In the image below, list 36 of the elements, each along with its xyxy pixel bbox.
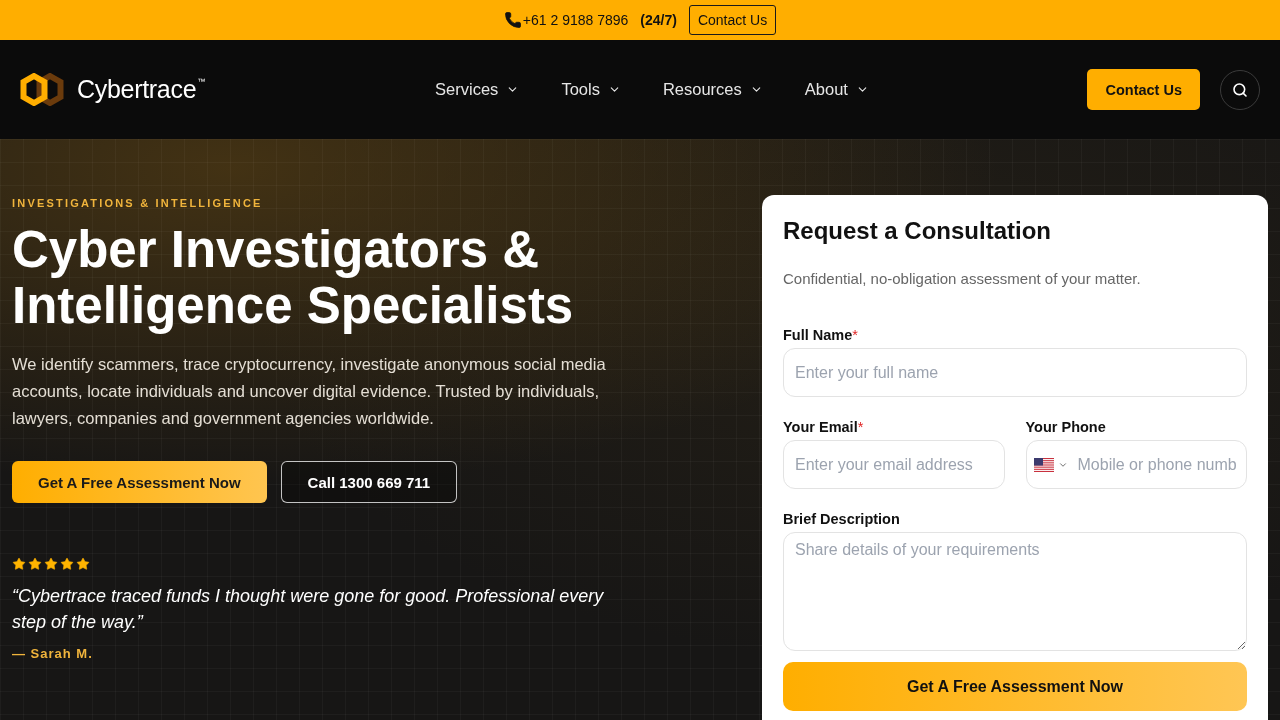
description-field[interactable]: Share details of your requirements bbox=[783, 532, 1247, 651]
nav-item[interactable]: Tools bbox=[561, 80, 621, 99]
hours-text: (24/7) bbox=[640, 12, 677, 28]
eyebrow-text: INVESTIGATIONS & INTELLIGENCE bbox=[12, 196, 263, 211]
logo-text: Cybertrace$^{™}$ bbox=[77, 75, 205, 104]
search-icon bbox=[1232, 81, 1248, 98]
nav-item[interactable]: Resources bbox=[662, 80, 763, 99]
hero-description: We identify scammers, trace cryptocurrency, investigate anonymous social media accounts, locate individuals and uncover digital evidence. Trusted by individuals, lawyers, companies and government agencies worldwide. bbox=[12, 354, 607, 429]
star-icon bbox=[44, 557, 58, 571]
country-select[interactable] bbox=[1033, 457, 1068, 472]
star-icon bbox=[12, 557, 26, 571]
email-field[interactable]: Enter your email address bbox=[783, 440, 1005, 489]
star-icon bbox=[76, 557, 90, 571]
field-label: Your Email* bbox=[783, 418, 864, 436]
testimonial-quote: “Cybertrace traced funds I thought were gone for good. Professional every step of the way.” bbox=[12, 585, 605, 634]
form-subtitle: Confidential, no-obligation assessment of your matter. bbox=[783, 269, 1142, 289]
contact-button[interactable]: Contact Us bbox=[688, 5, 777, 35]
logo-icon bbox=[20, 73, 64, 106]
submit-button[interactable]: Get A Free Assessment Now bbox=[783, 662, 1247, 711]
field-label: Full Name* bbox=[783, 326, 858, 344]
assessment-button[interactable]: Get A Free Assessment Now bbox=[12, 461, 267, 503]
field-label: Your Phone bbox=[1025, 418, 1106, 436]
form-title: Request a Consultation bbox=[783, 216, 1053, 246]
field-label: Brief Description bbox=[783, 510, 900, 528]
contact-button[interactable]: Contact Us bbox=[1087, 69, 1200, 110]
phone-number: +61 2 9188 7896 bbox=[522, 12, 629, 28]
phone-icon bbox=[503, 11, 522, 29]
hero-title: Cyber Investigators & Intelligence Specialists bbox=[12, 222, 575, 334]
call-button[interactable]: Call 1300 669 711 bbox=[280, 461, 458, 503]
nav-item[interactable]: Services bbox=[435, 80, 520, 99]
star-icon bbox=[60, 557, 74, 571]
phone-field[interactable]: Mobile or phone numb bbox=[1025, 440, 1247, 489]
star-icon bbox=[28, 557, 42, 571]
testimonial-author: — Sarah M. bbox=[12, 645, 93, 663]
input-field[interactable]: Enter your full name bbox=[783, 348, 1247, 397]
nav-item[interactable]: About bbox=[804, 80, 869, 99]
